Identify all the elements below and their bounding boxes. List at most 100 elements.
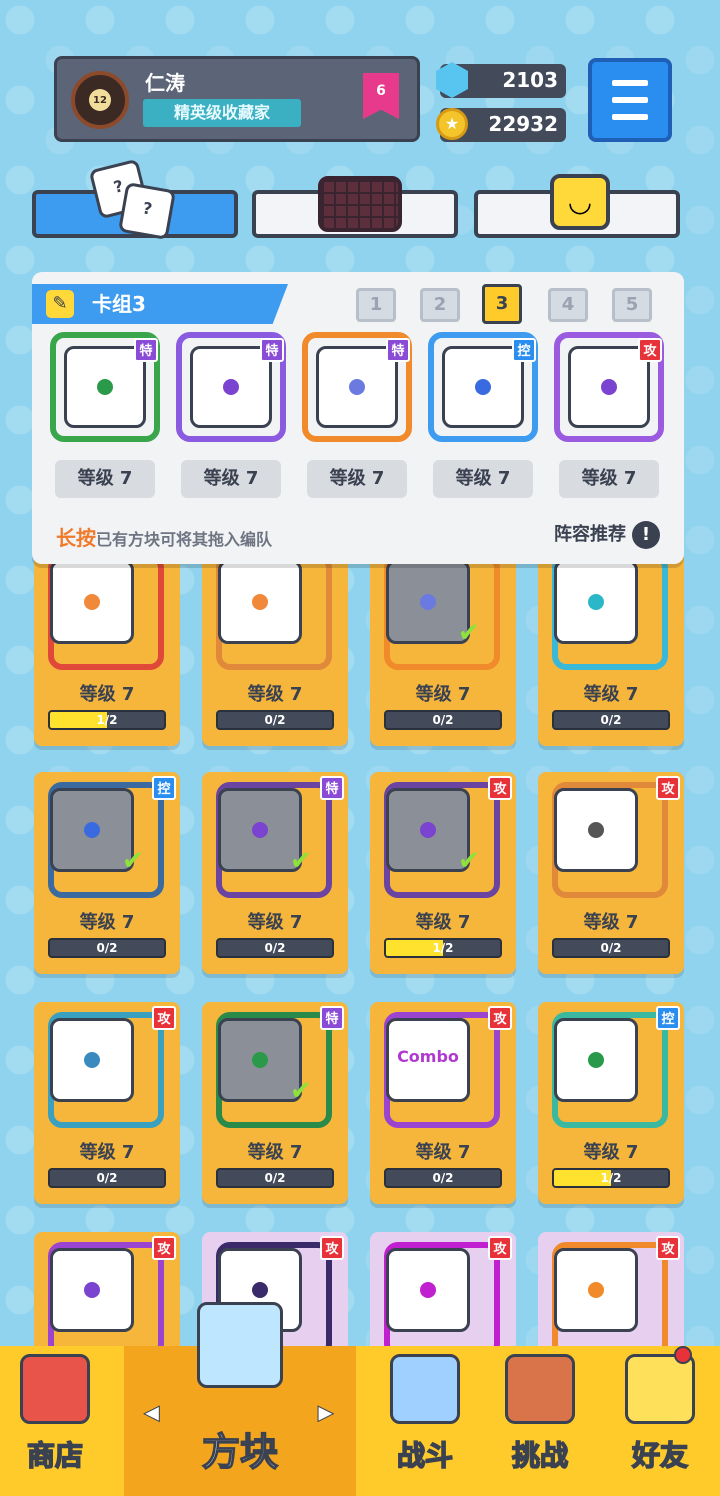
progress-text: 0/2 bbox=[96, 941, 118, 955]
nav-item-shop[interactable]: 商店 bbox=[0, 1346, 110, 1496]
deck-slot-level: 等级 7 bbox=[433, 460, 533, 498]
hint-highlight: 长按 bbox=[56, 526, 96, 550]
dice-box-icon bbox=[197, 1302, 283, 1388]
dice-card[interactable]: ✔ 控等级 7 0/2 bbox=[34, 772, 180, 974]
deck-slot[interactable]: 特 bbox=[176, 332, 286, 442]
card-level: 等级 7 bbox=[247, 684, 303, 705]
dice-card[interactable]: ✔ 特等级 7 0/2 bbox=[202, 1002, 348, 1204]
deck-slot[interactable]: 特 bbox=[302, 332, 412, 442]
deck-number-tab-4[interactable]: 4 bbox=[548, 288, 588, 322]
gem-counter[interactable]: 2103 bbox=[436, 62, 566, 98]
progress-text: 0/2 bbox=[264, 713, 286, 727]
dice-card[interactable]: ✔ 特等级 7 0/2 bbox=[202, 772, 348, 974]
shop-icon bbox=[20, 1354, 90, 1424]
upgrade-progress-bar: 0/2 bbox=[216, 710, 334, 730]
pip-icon bbox=[475, 379, 491, 395]
deck-hint: 长按已有方块可将其拖入编队 bbox=[56, 522, 272, 551]
progress-text: 0/2 bbox=[432, 1171, 454, 1185]
hint-text: 已有方块可将其拖入编队 bbox=[96, 530, 273, 549]
coin-amount: 22932 bbox=[488, 112, 558, 136]
deck-number-tab-1[interactable]: 1 bbox=[356, 288, 396, 322]
bottom-navigation: 商店 方块 战斗 挑战 好友 bbox=[0, 1302, 720, 1496]
upgrade-progress-bar: 0/2 bbox=[216, 1168, 334, 1188]
upgrade-progress-bar: 0/2 bbox=[552, 710, 670, 730]
dice-card[interactable]: Combo 攻等级 7 0/2 bbox=[370, 1002, 516, 1204]
dice-type-tag: 攻 bbox=[152, 1236, 176, 1260]
dice-face: Combo bbox=[386, 1018, 470, 1102]
deck-title: 卡组3 bbox=[92, 292, 146, 316]
progress-text: 0/2 bbox=[264, 1171, 286, 1185]
pip-icon bbox=[84, 1052, 100, 1068]
checkmark-icon: ✔ bbox=[122, 846, 144, 876]
dice-type-tag: 攻 bbox=[638, 338, 662, 362]
upgrade-progress-bar: 0/2 bbox=[48, 1168, 166, 1188]
nav-item-friends[interactable]: 好友 bbox=[600, 1346, 720, 1496]
dice-card[interactable]: ✔ 等级 7 0/2 bbox=[370, 544, 516, 746]
card-level: 等级 7 bbox=[583, 684, 639, 705]
card-level: 等级 7 bbox=[79, 684, 135, 705]
player-title-badge: 精英级收藏家 bbox=[143, 99, 301, 127]
deck-number-tab-5[interactable]: 5 bbox=[612, 288, 652, 322]
deck-number-tab-3[interactable]: 3 bbox=[482, 284, 522, 324]
pip-icon bbox=[84, 1282, 100, 1298]
arrow-left-icon[interactable]: ◀ bbox=[143, 1400, 159, 1425]
notification-dot bbox=[674, 1346, 692, 1364]
menu-icon-line bbox=[612, 97, 648, 103]
rank-ribbon-icon[interactable]: 6 bbox=[363, 73, 399, 119]
dice-card[interactable]: ✔ 攻等级 7 1/2 bbox=[370, 772, 516, 974]
dice-card[interactable]: 控等级 7 1/2 bbox=[538, 1002, 684, 1204]
pip-icon bbox=[588, 1052, 604, 1068]
dice-card[interactable]: 攻等级 7 0/2 bbox=[538, 772, 684, 974]
pip-icon bbox=[588, 822, 604, 838]
dice-face bbox=[218, 560, 302, 644]
deck-slot-level: 等级 7 bbox=[181, 460, 281, 498]
upgrade-progress-bar: 1/2 bbox=[552, 1168, 670, 1188]
deck-title-bar[interactable]: ✎ 卡组3 bbox=[32, 284, 288, 324]
card-level: 等级 7 bbox=[415, 1142, 471, 1163]
player-profile-card[interactable]: 12 仁涛 精英级收藏家 6 bbox=[54, 56, 420, 142]
dice-type-tag: 攻 bbox=[656, 1236, 680, 1260]
pip-icon bbox=[252, 822, 268, 838]
lineup-recommend-button[interactable]: 阵容推荐! bbox=[554, 520, 660, 549]
nav-item-battle[interactable]: 战斗 bbox=[366, 1346, 484, 1496]
dice-type-tag: 控 bbox=[512, 338, 536, 362]
progress-text: 0/2 bbox=[432, 713, 454, 727]
progress-text: 0/2 bbox=[96, 1171, 118, 1185]
card-level: 等级 7 bbox=[79, 912, 135, 933]
upgrade-progress-bar: 0/2 bbox=[552, 938, 670, 958]
dice-type-tag: 控 bbox=[656, 1006, 680, 1030]
combo-label: Combo bbox=[397, 1047, 459, 1066]
deck-slot[interactable]: 特 bbox=[50, 332, 160, 442]
progress-text: 0/2 bbox=[600, 941, 622, 955]
dice-type-tag: 攻 bbox=[488, 1006, 512, 1030]
dice-face bbox=[554, 788, 638, 872]
dice-icon: ? ? bbox=[88, 158, 176, 240]
upgrade-progress-bar: 1/2 bbox=[384, 938, 502, 958]
dice-face bbox=[386, 1248, 470, 1332]
arrow-right-icon[interactable]: ▶ bbox=[317, 1400, 333, 1425]
deck-slot[interactable]: 攻 bbox=[554, 332, 664, 442]
dice-face bbox=[554, 1018, 638, 1102]
progress-text: 0/2 bbox=[264, 941, 286, 955]
pip-icon bbox=[252, 594, 268, 610]
pip-icon bbox=[420, 594, 436, 610]
upgrade-progress-bar: 0/2 bbox=[48, 938, 166, 958]
gem-amount: 2103 bbox=[502, 68, 558, 92]
coin-counter[interactable]: ★ 22932 bbox=[436, 108, 566, 142]
deck-slot[interactable]: 控 bbox=[428, 332, 538, 442]
pip-icon bbox=[223, 379, 239, 395]
dice-card[interactable]: 等级 7 1/2 bbox=[34, 544, 180, 746]
deck-number-tab-2[interactable]: 2 bbox=[420, 288, 460, 322]
player-avatar[interactable]: 12 bbox=[71, 71, 129, 129]
dice-card[interactable]: 攻等级 7 0/2 bbox=[34, 1002, 180, 1204]
nav-item-challenge[interactable]: 挑战 bbox=[484, 1346, 596, 1496]
nav-label: 战斗 bbox=[396, 1438, 454, 1473]
dice-card[interactable]: 等级 7 0/2 bbox=[202, 544, 348, 746]
dice-face bbox=[50, 560, 134, 644]
dice-type-tag: 特 bbox=[320, 1006, 344, 1030]
dice-card[interactable]: 等级 7 0/2 bbox=[538, 544, 684, 746]
pip-icon bbox=[252, 1282, 268, 1298]
edit-pencil-icon[interactable]: ✎ bbox=[46, 290, 74, 318]
menu-button[interactable] bbox=[588, 58, 672, 142]
pip-icon bbox=[84, 822, 100, 838]
